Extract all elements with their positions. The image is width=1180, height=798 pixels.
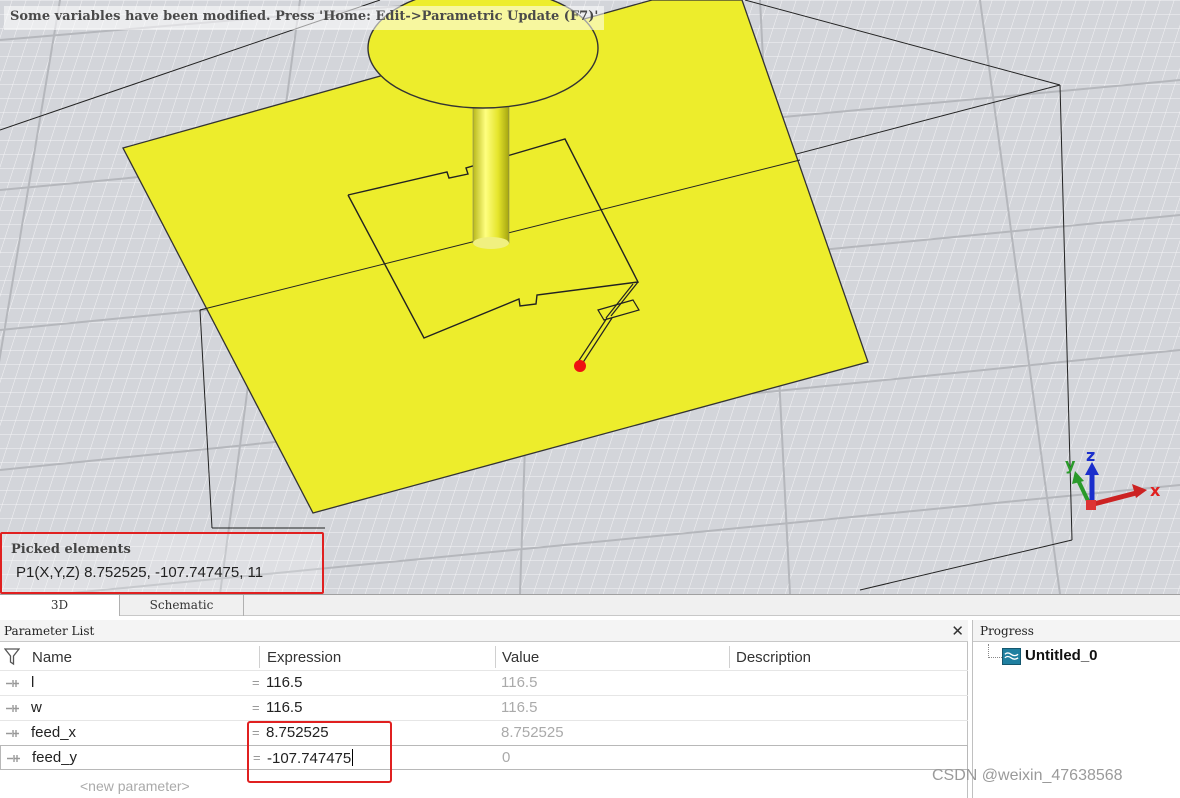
picked-point-marker[interactable] <box>574 360 586 372</box>
parameter-value: 116.5 <box>501 674 538 691</box>
3d-scene[interactable]: x z y <box>0 0 1180 594</box>
column-header-name[interactable]: Name <box>32 644 72 670</box>
progress-title: Progress <box>973 620 1180 642</box>
column-header-description[interactable]: Description <box>736 644 811 670</box>
parameter-expression[interactable]: 116.5 <box>266 699 302 716</box>
parameter-icon <box>6 705 19 712</box>
picked-point-coordinates: P1(X,Y,Z) 8.752525, -107.747475, 11 <box>16 564 264 581</box>
parameter-list-panel: Parameter List ✕ Name Expression Value D… <box>0 620 968 798</box>
parameter-value: 116.5 <box>501 699 538 716</box>
parameter-row-w[interactable]: w = 116.5 116.5 <box>0 695 968 720</box>
tab-3d[interactable]: 3D <box>0 595 120 616</box>
equals-sign: = <box>252 675 260 690</box>
project-icon <box>1002 648 1021 665</box>
parameter-name: l <box>31 674 35 691</box>
y-axis-label: y <box>1065 455 1076 474</box>
expression-highlight-box <box>247 721 392 783</box>
z-axis-label: z <box>1086 446 1095 465</box>
parameter-value: 0 <box>502 749 511 766</box>
probe-cylinder[interactable] <box>472 102 510 249</box>
project-name[interactable]: Untitled_0 <box>1025 647 1098 664</box>
parameter-value: 8.752525 <box>501 724 564 741</box>
equals-sign: = <box>252 700 260 715</box>
x-axis-label: x <box>1150 481 1161 500</box>
column-header-expression[interactable]: Expression <box>267 644 341 670</box>
3d-viewport[interactable]: x z y Some variables have been modified.… <box>0 0 1180 594</box>
parameter-icon <box>6 730 19 737</box>
view-tab-bar: 3D Schematic <box>0 594 1180 616</box>
picked-elements-title: Picked elements <box>11 542 131 557</box>
picked-elements-box: Picked elements P1(X,Y,Z) 8.752525, -107… <box>0 532 324 594</box>
parameter-name: feed_x <box>31 724 77 741</box>
close-icon[interactable]: ✕ <box>951 622 964 640</box>
parameter-list-title-text: Parameter List <box>4 624 95 638</box>
column-divider[interactable] <box>495 646 496 668</box>
column-divider[interactable] <box>259 646 260 668</box>
parameter-icon <box>6 680 19 687</box>
parameter-row-feed-y[interactable]: feed_y = -107.747475 0 <box>0 745 968 770</box>
modified-variables-message: Some variables have been modified. Press… <box>4 6 605 30</box>
tab-schematic[interactable]: Schematic <box>120 595 244 616</box>
parameter-row-l[interactable]: l = 116.5 116.5 <box>0 670 968 695</box>
parameter-list-title: Parameter List ✕ <box>0 620 968 642</box>
parameter-name: w <box>31 699 42 716</box>
filter-icon[interactable] <box>4 648 20 666</box>
column-header-value[interactable]: Value <box>502 644 539 670</box>
column-divider[interactable] <box>729 646 730 668</box>
parameter-expression[interactable]: 116.5 <box>266 674 302 691</box>
parameter-icon <box>7 755 20 762</box>
parameter-name: feed_y <box>32 749 78 766</box>
parameter-row-feed-x[interactable]: feed_x = 8.752525 8.752525 <box>0 720 968 745</box>
watermark: CSDN @weixin_47638568 <box>932 767 1123 784</box>
new-parameter-row[interactable]: <new parameter> <box>80 778 190 794</box>
tree-connector <box>988 644 1002 658</box>
